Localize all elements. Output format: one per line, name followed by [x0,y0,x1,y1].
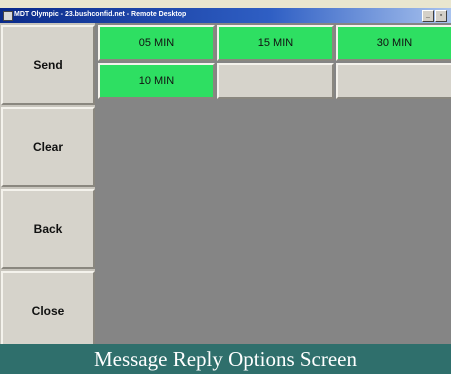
back-button[interactable]: Back [1,189,95,269]
action-sidebar: Send Clear Back Close [0,23,95,344]
reply-option-05-min[interactable]: 05 MIN [98,25,215,61]
reply-option-empty[interactable] [217,63,334,99]
app-icon [3,11,13,21]
send-button[interactable]: Send [1,25,95,105]
window-title: MDT Olympic - 23.bushconfid.net - Remote… [14,11,187,18]
reply-option-empty[interactable] [336,63,451,99]
reply-options-grid: 05 MIN 15 MIN 30 MIN 10 MIN [95,23,451,344]
remote-desktop-window: MDT Olympic - 23.bushconfid.net - Remote… [0,8,451,344]
reply-option-15-min[interactable]: 15 MIN [217,25,334,61]
minimize-icon[interactable]: _ [422,10,434,22]
reply-option-30-min[interactable]: 30 MIN [336,25,451,61]
reply-option-10-min[interactable]: 10 MIN [98,63,215,99]
close-button[interactable]: Close [1,271,95,344]
window-controls: _ ▫ [422,10,447,22]
clear-button[interactable]: Clear [1,107,95,187]
title-bar: MDT Olympic - 23.bushconfid.net - Remote… [0,8,451,23]
slide-caption: Message Reply Options Screen [0,344,451,374]
maximize-icon[interactable]: ▫ [435,10,447,22]
